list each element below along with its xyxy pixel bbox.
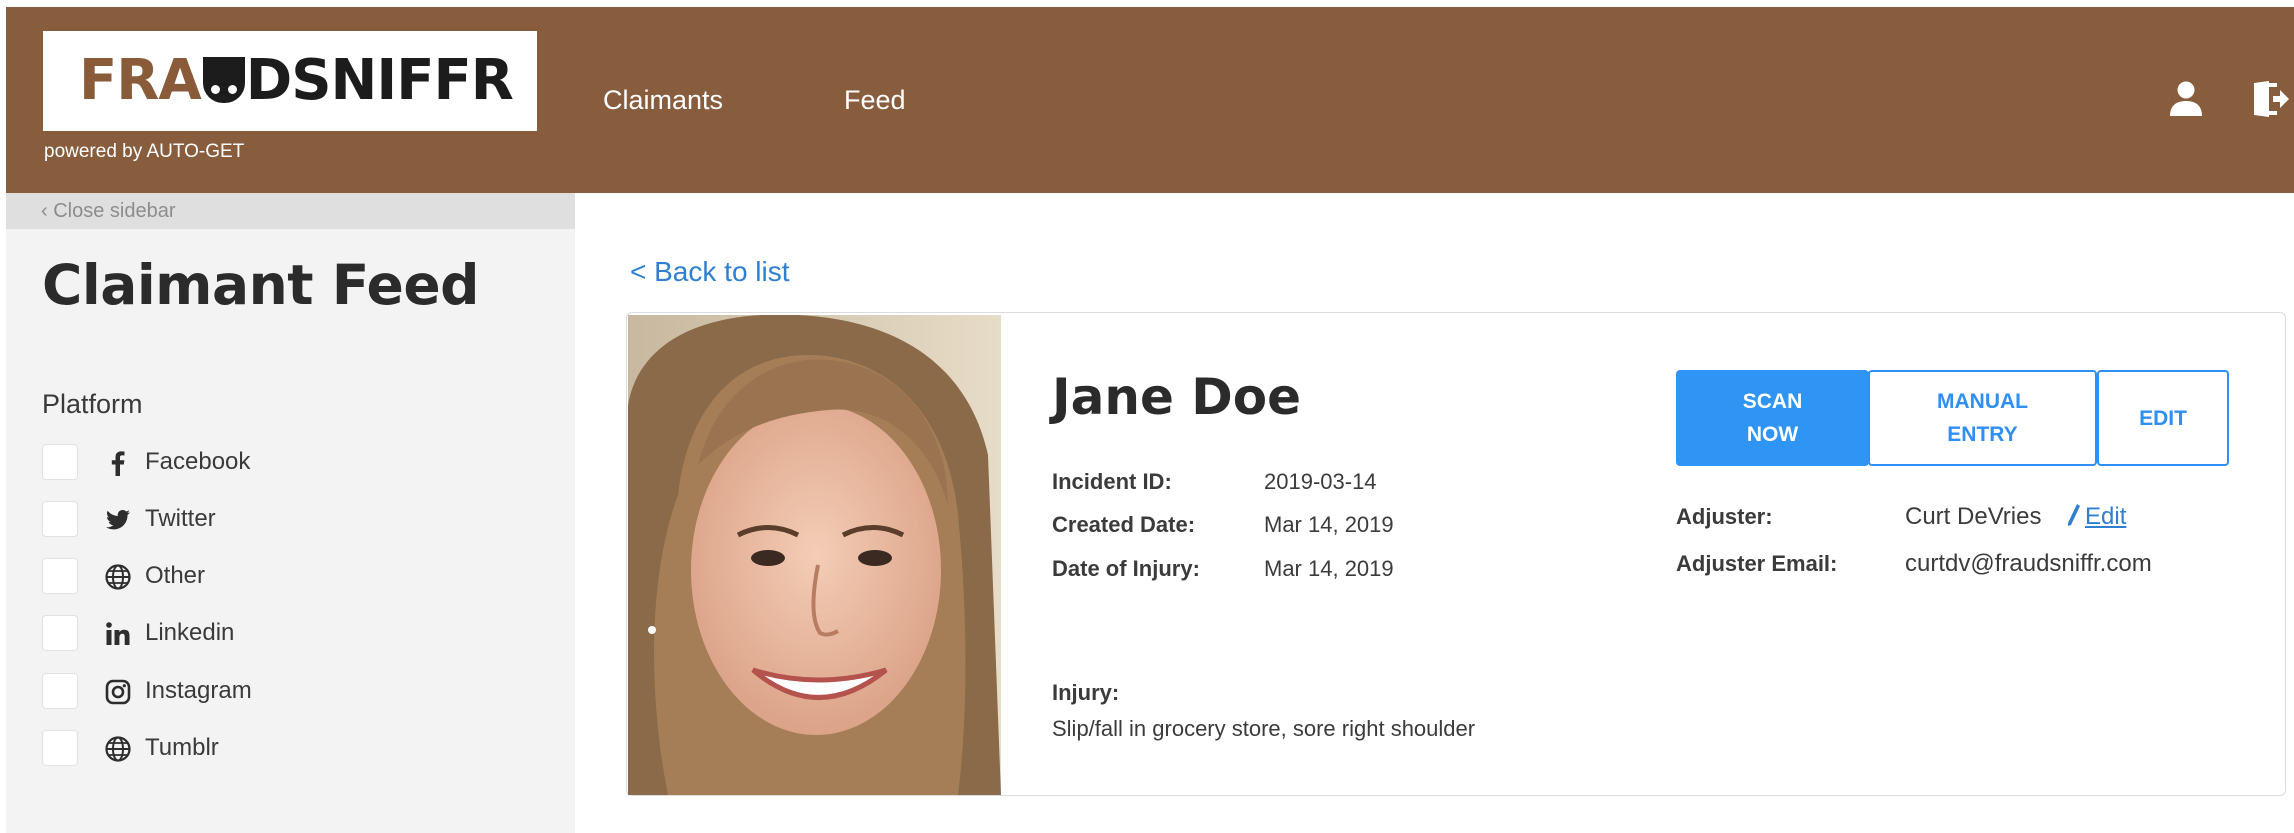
platform-filter-tumblr[interactable]: Tumblr: [42, 730, 442, 768]
platform-filter-twitter[interactable]: Twitter: [42, 501, 442, 539]
sidebar-title: Claimant Feed: [42, 253, 480, 317]
platform-label: Platform: [42, 389, 143, 419]
powered-by-text: powered by AUTO-GET: [44, 141, 245, 162]
linkedin-icon: [106, 622, 130, 645]
tumblr-checkbox[interactable]: [42, 730, 78, 766]
manual-entry-label-2: ENTRY: [1947, 423, 2018, 446]
platform-filter-facebook[interactable]: Facebook: [42, 444, 442, 482]
adjuster-value: Curt DeVries: [1905, 503, 2042, 530]
linkedin-checkbox[interactable]: [42, 615, 78, 651]
instagram-checkbox[interactable]: [42, 673, 78, 709]
adjuster-label: Adjuster:: [1676, 504, 1773, 529]
platform-label-facebook: Facebook: [145, 448, 251, 475]
adjuster-email-label: Adjuster Email:: [1676, 551, 1838, 576]
logo[interactable]: FRA DSNIFFR: [43, 31, 537, 131]
twitter-icon: [106, 510, 130, 530]
nav-claimants[interactable]: Claimants: [603, 85, 723, 116]
logout-icon[interactable]: [2251, 79, 2291, 119]
claimant-card: Jane Doe Incident ID: 2019-03-14 Created…: [626, 312, 2286, 796]
facebook-icon: [111, 451, 125, 476]
platform-filter-linkedin[interactable]: Linkedin: [42, 615, 442, 653]
close-sidebar-button[interactable]: ‹ Close sidebar: [6, 193, 575, 229]
manual-entry-button[interactable]: MANUAL ENTRY: [1868, 370, 2097, 466]
scan-now-button[interactable]: SCAN NOW: [1676, 370, 1869, 466]
user-icon[interactable]: [2166, 79, 2206, 119]
adjuster-email-value: curtdv@fraudsniffr.com: [1905, 550, 2152, 577]
platform-filter-instagram[interactable]: Instagram: [42, 673, 442, 711]
date-of-injury-label: Date of Injury:: [1052, 556, 1200, 581]
logo-wordmark: FRA DSNIFFR: [79, 48, 514, 113]
scan-now-label-1: SCAN: [1742, 390, 1803, 413]
injury-value: Slip/fall in grocery store, sore right s…: [1052, 716, 1476, 741]
manual-entry-label-1: MANUAL: [1937, 390, 2028, 413]
twitter-checkbox[interactable]: [42, 501, 78, 537]
incident-id-value: 2019-03-14: [1264, 469, 1377, 494]
platform-filter-other[interactable]: Other: [42, 558, 442, 596]
globe-icon: [105, 564, 131, 590]
nav-feed[interactable]: Feed: [844, 85, 906, 116]
scan-now-label-2: NOW: [1746, 423, 1799, 446]
edit-button[interactable]: EDIT: [2097, 370, 2229, 466]
pencil-icon: [2068, 504, 2080, 526]
injury-label: Injury:: [1052, 680, 1120, 705]
claimant-photo: [628, 315, 1001, 795]
date-of-injury-value: Mar 14, 2019: [1264, 556, 1394, 581]
platform-label-instagram: Instagram: [145, 677, 252, 704]
globe-icon: [105, 736, 131, 762]
platform-label-tumblr: Tumblr: [145, 734, 219, 761]
other-checkbox[interactable]: [42, 558, 78, 594]
edit-adjuster-label: Edit: [2085, 503, 2127, 530]
platform-label-linkedin: Linkedin: [145, 619, 235, 646]
created-date-value: Mar 14, 2019: [1264, 512, 1394, 537]
instagram-icon: [105, 679, 131, 705]
platform-label-other: Other: [145, 562, 206, 589]
created-date-label: Created Date:: [1052, 512, 1196, 537]
claimant-name: Jane Doe: [1052, 368, 1302, 426]
incident-id-label: Incident ID:: [1052, 469, 1172, 494]
platform-label-twitter: Twitter: [145, 505, 216, 532]
sidebar: ‹ Close sidebar Claimant Feed Platform F…: [6, 193, 575, 833]
edit-adjuster-link[interactable]: Edit: [2067, 503, 2126, 531]
top-header: FRA DSNIFFR powered by AUTO-GET Claimants…: [6, 7, 2294, 193]
facebook-checkbox[interactable]: [42, 444, 78, 480]
back-to-list-link[interactable]: < Back to list: [630, 256, 790, 288]
